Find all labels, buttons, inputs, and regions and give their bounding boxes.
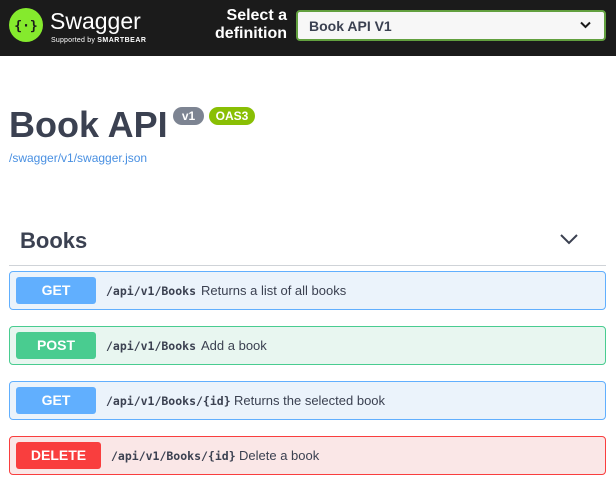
chevron-down-icon xyxy=(580,21,591,29)
chevron-down-icon[interactable] xyxy=(558,231,580,247)
operation-post-books[interactable]: POST /api/v1/Books Add a book xyxy=(9,326,606,365)
operation-path: /api/v1/Books xyxy=(106,284,197,298)
version-badge: v1 xyxy=(173,107,204,125)
logo-text: Swagger xyxy=(50,8,141,34)
operation-path: /api/v1/Books/{id} xyxy=(111,449,236,463)
select-label-line1: Select a xyxy=(226,7,287,24)
operation-summary: Returns the selected book xyxy=(234,393,386,408)
select-definition-label: Select a definition xyxy=(196,7,287,43)
operation-path: /api/v1/Books/{id} xyxy=(106,394,231,408)
tag-title[interactable]: Books xyxy=(20,228,87,254)
operation-summary: Delete a book xyxy=(239,448,320,463)
topbar: {·} Swagger Supported by SMARTBEAR Selec… xyxy=(0,0,616,56)
operation-summary: Returns a list of all books xyxy=(201,283,347,298)
operation-get-book-by-id[interactable]: GET /api/v1/Books/{id} Returns the selec… xyxy=(9,381,606,420)
operation-delete-book[interactable]: DELETE /api/v1/Books/{id} Delete a book xyxy=(9,436,606,475)
tag-divider xyxy=(9,265,606,266)
definition-select-value: Book API V1 xyxy=(309,18,392,34)
api-title: Book API xyxy=(9,104,168,145)
operation-path: /api/v1/Books xyxy=(106,339,197,353)
method-badge: GET xyxy=(16,277,96,304)
oas-badge: OAS3 xyxy=(209,107,255,125)
logo-subtitle-brand: SMARTBEAR xyxy=(97,37,147,44)
method-badge: POST xyxy=(16,332,96,359)
logo-subtitle-prefix: Supported by xyxy=(51,37,96,44)
definition-select[interactable]: Book API V1 xyxy=(296,10,606,41)
operation-summary: Add a book xyxy=(201,338,267,353)
operation-get-books[interactable]: GET /api/v1/Books Returns a list of all … xyxy=(9,271,606,310)
method-badge: DELETE xyxy=(16,442,101,469)
select-label-line2: definition xyxy=(215,25,287,42)
logo-subtitle: Supported by SMARTBEAR xyxy=(51,37,146,45)
method-badge: GET xyxy=(16,387,96,414)
swagger-logo-icon[interactable]: {·} xyxy=(9,8,43,42)
spec-link[interactable]: /swagger/v1/swagger.json xyxy=(9,151,147,165)
svg-text:{·}: {·} xyxy=(14,19,37,34)
